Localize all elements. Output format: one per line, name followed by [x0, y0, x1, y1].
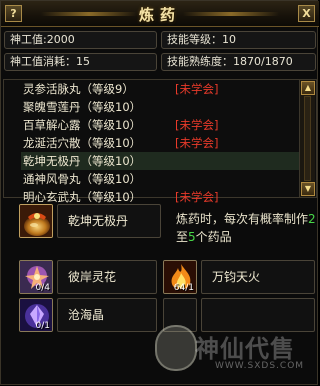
desc-min: 2	[308, 212, 316, 226]
window-title: 炼药	[138, 6, 181, 24]
close-button[interactable]: X	[298, 5, 315, 22]
recipe-name: 聚魄雪莲丹（等级10）	[23, 100, 142, 114]
medicine-bag-icon	[20, 205, 52, 237]
scroll-up-icon[interactable]: ▲	[301, 81, 315, 95]
recipe-list-item[interactable]: 聚魄雪莲丹（等级10）	[21, 98, 299, 116]
alchemy-window: 炼药 ? X 神工值:2000 技能等级：10 神工值消耗：15 技能熟练度：1…	[0, 0, 319, 386]
selected-recipe-name: 乾坤无极丹	[57, 204, 161, 238]
desc-suffix: 个药品	[195, 230, 232, 244]
material-name-1: 彼岸灵花	[57, 260, 157, 294]
recipe-name: 百草解心露（等级10）	[23, 118, 142, 132]
scroll-track[interactable]	[304, 96, 311, 181]
material-name-3: 沧海晶	[57, 298, 157, 332]
recipe-scrollbar[interactable]: ▲ ▼	[299, 80, 315, 197]
material-count-1: 0/4	[35, 283, 50, 293]
unlearned-tag: [未学会]	[175, 82, 219, 96]
recipe-list-item[interactable]: 龙涎活穴散（等级10） [未学会]	[21, 134, 299, 152]
scroll-down-icon[interactable]: ▼	[301, 182, 315, 196]
desc-max: 5	[188, 230, 196, 244]
material-slot-1[interactable]: 0/4	[19, 260, 53, 294]
watermark-url: WWW.SXDS.COM	[215, 361, 305, 371]
title-bar[interactable]: 炼药 ? X	[1, 1, 319, 27]
material-name-2: 万钧天火	[201, 260, 315, 294]
material-count-3: 0/1	[35, 321, 50, 331]
watermark: 神仙代售 WWW.SXDS.COM	[151, 317, 319, 386]
desc-prefix: 炼药时，每次有概率制作	[176, 212, 309, 226]
recipe-name: 乾坤无极丹（等级10）	[23, 154, 142, 168]
recipe-list-item[interactable]: 灵参活脉丸（等级9） [未学会]	[21, 80, 299, 98]
skill-level: 技能等级：10	[161, 31, 316, 49]
recipe-list-item[interactable]: 百草解心露（等级10） [未学会]	[21, 116, 299, 134]
help-button[interactable]: ?	[5, 5, 22, 22]
unlearned-tag: [未学会]	[175, 136, 219, 150]
material-count-2: 64/1	[173, 283, 194, 293]
recipe-description: 炼药时，每次有概率制作2 至5个药品	[176, 210, 316, 246]
recipe-name: 灵参活脉丸（等级9）	[23, 82, 134, 96]
shengong-value: 神工值:2000	[4, 31, 157, 49]
recipe-list-item[interactable]: 乾坤无极丹（等级10）	[21, 152, 299, 170]
unlearned-tag: [未学会]	[175, 118, 219, 132]
material-slot-3[interactable]: 0/1	[19, 298, 53, 332]
unlearned-tag: [未学会]	[175, 190, 219, 204]
shengong-cost: 神工值消耗：15	[4, 53, 157, 71]
recipe-name: 通神风骨丸（等级10）	[23, 172, 142, 186]
material-slot-2[interactable]: 64/1	[163, 260, 197, 294]
recipe-list-item[interactable]: 通神风骨丸（等级10）	[21, 170, 299, 188]
watermark-text: 神仙代售	[195, 334, 295, 363]
skill-proficiency: 技能熟练度：1870/1870	[161, 53, 316, 71]
selected-recipe-slot[interactable]	[19, 204, 53, 238]
mascot-logo-icon	[155, 325, 197, 371]
recipe-name: 龙涎活穴散（等级10）	[23, 136, 142, 150]
desc-mid: 至	[176, 230, 189, 244]
